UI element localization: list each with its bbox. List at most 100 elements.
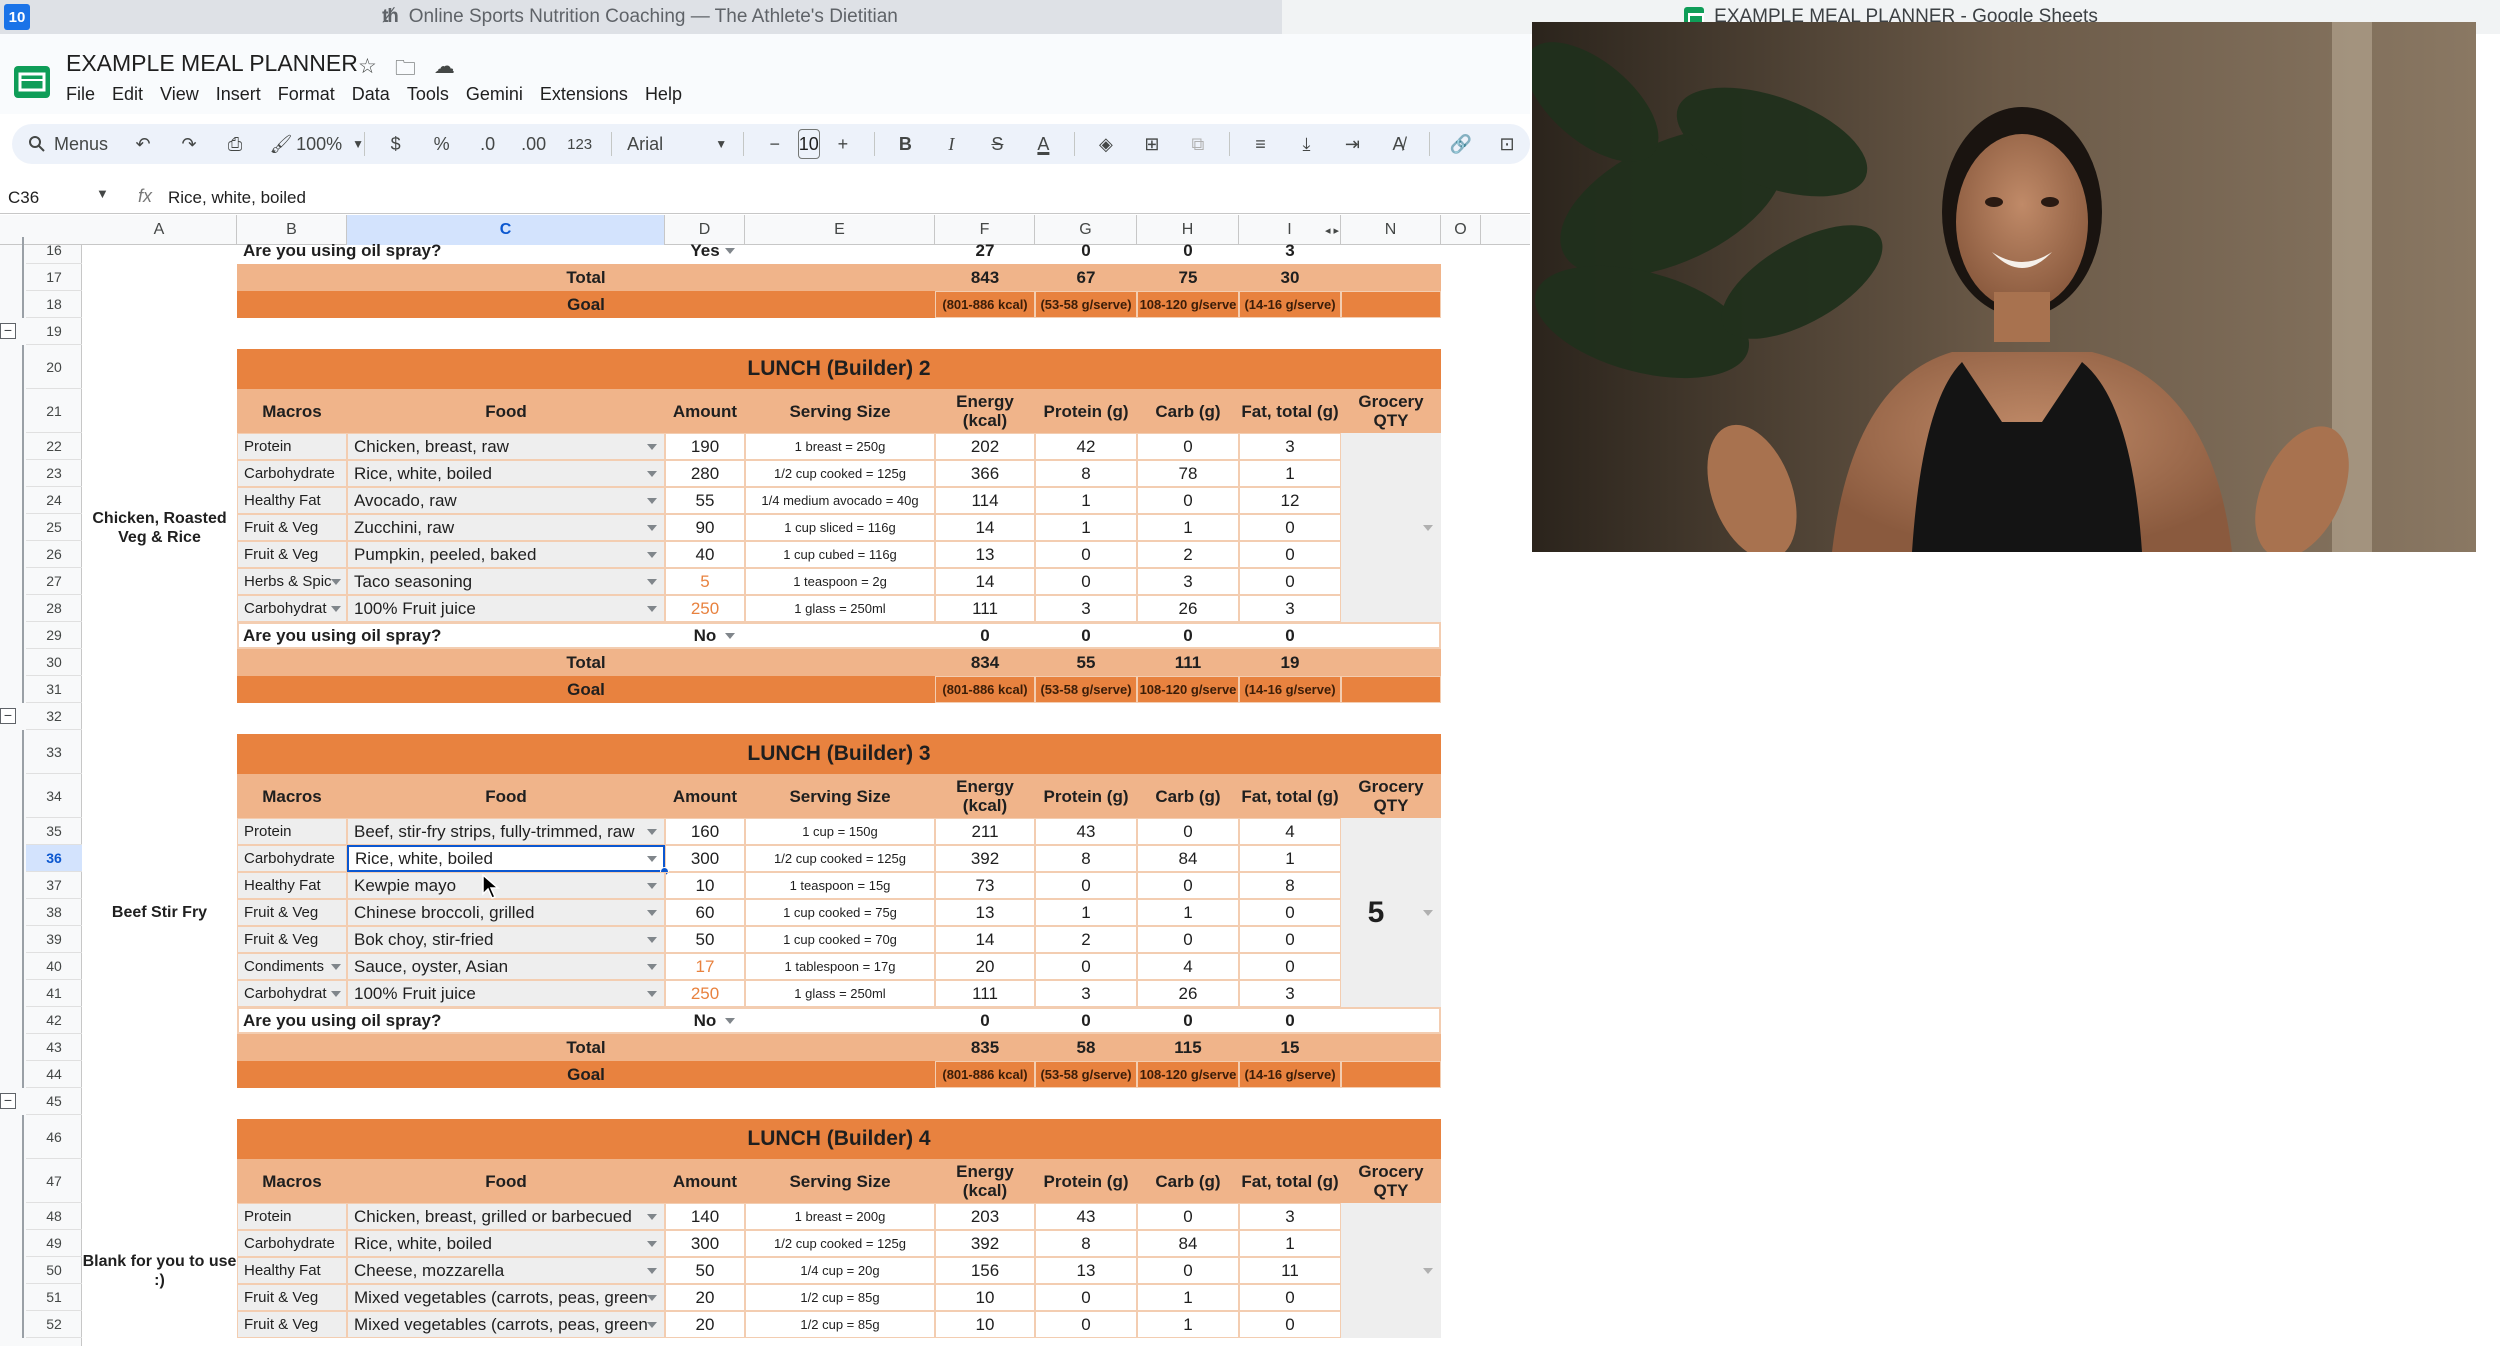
chevron-down-icon[interactable] (647, 579, 657, 585)
column-header-e[interactable]: E (745, 215, 935, 245)
document-title[interactable]: EXAMPLE MEAL PLANNER (66, 50, 358, 77)
grocery-qty-value[interactable]: 5 (1341, 818, 1411, 1007)
chevron-down-icon[interactable] (1423, 909, 1433, 916)
font-size-input[interactable]: 10 (797, 129, 820, 159)
row-header-48[interactable]: 48 (26, 1203, 82, 1230)
chevron-down-icon[interactable] (647, 883, 657, 889)
row-header-16[interactable]: 16 (26, 237, 82, 264)
macro-cell[interactable]: Fruit & Veg (237, 514, 347, 541)
row-header-20[interactable]: 20 (26, 345, 82, 389)
macro-cell[interactable]: Carbohydrate (237, 845, 347, 872)
row-header-25[interactable]: 25 (26, 514, 82, 541)
undo-icon[interactable]: ↶ (128, 128, 158, 160)
menu-extensions[interactable]: Extensions (540, 82, 641, 107)
row-header-32[interactable]: 32 (26, 703, 82, 730)
chevron-down-icon[interactable] (647, 829, 657, 835)
menu-file[interactable]: File (66, 82, 108, 107)
row-header-19[interactable]: 19 (26, 318, 82, 345)
menu-edit[interactable]: Edit (112, 82, 156, 107)
macro-cell[interactable]: Carbohydrate (237, 1230, 347, 1257)
chevron-down-icon[interactable] (725, 248, 735, 254)
food-cell[interactable]: Rice, white, boiled (347, 1230, 665, 1257)
amount-cell[interactable]: 20 (665, 1284, 745, 1311)
macro-cell[interactable]: Carbohydrate (237, 460, 347, 487)
row-header-37[interactable]: 37 (26, 872, 82, 899)
video-overlay[interactable] (1532, 22, 2476, 552)
row-header-29[interactable]: 29 (26, 622, 82, 649)
chevron-down-icon[interactable] (725, 633, 735, 639)
row-header-52[interactable]: 52 (26, 1311, 82, 1338)
row-header-33[interactable]: 33 (26, 730, 82, 774)
macro-cell[interactable]: Healthy Fat (237, 872, 347, 899)
text-color-button[interactable]: A (1028, 128, 1058, 160)
italic-button[interactable]: I (936, 128, 966, 160)
menu-format[interactable]: Format (278, 82, 348, 107)
row-header-34[interactable]: 34 (26, 774, 82, 818)
macro-cell[interactable]: Fruit & Veg (237, 899, 347, 926)
row-header-17[interactable]: 17 (26, 264, 82, 291)
chevron-down-icon[interactable] (647, 991, 657, 997)
menus-search[interactable]: Menus (28, 134, 108, 155)
food-cell[interactable]: Chinese broccoli, grilled (347, 899, 665, 926)
amount-cell[interactable]: 300 (665, 1230, 745, 1257)
collapse-group-icon[interactable]: − (0, 708, 16, 724)
zoom-select[interactable]: 100% ▼ (296, 128, 364, 160)
amount-cell[interactable]: 190 (665, 433, 745, 460)
row-header-49[interactable]: 49 (26, 1230, 82, 1257)
row-header-21[interactable]: 21 (26, 389, 82, 433)
paint-format-icon[interactable]: 🖌 (266, 128, 296, 160)
food-cell[interactable]: Taco seasoning (347, 568, 665, 595)
macro-cell[interactable]: Fruit & Veg (237, 1284, 347, 1311)
row-header-46[interactable]: 46 (26, 1115, 82, 1159)
spreadsheet-grid[interactable]: A B C D E F G H I N O ◂ ▸ 16 17 18 19 20 21 22 23 24 25 26 27 2… (0, 215, 1530, 1346)
chevron-down-icon[interactable] (1423, 1267, 1433, 1274)
macro-cell[interactable]: Protein (237, 433, 347, 460)
amount-cell[interactable]: 250 (665, 595, 745, 622)
grocery-qty-value[interactable] (1341, 1203, 1411, 1338)
row-header-41[interactable]: 41 (26, 980, 82, 1007)
chevron-down-icon[interactable] (331, 964, 341, 970)
percent-format-button[interactable]: % (427, 128, 457, 160)
row-header-47[interactable]: 47 (26, 1159, 82, 1203)
menu-insert[interactable]: Insert (216, 82, 274, 107)
amount-cell[interactable]: 20 (665, 1311, 745, 1338)
number-format-button[interactable]: 123 (565, 128, 595, 160)
chevron-down-icon[interactable] (331, 606, 341, 612)
food-cell[interactable]: Sauce, oyster, Asian (347, 953, 665, 980)
amount-cell[interactable]: 60 (665, 899, 745, 926)
amount-cell[interactable]: 300 (665, 845, 745, 872)
chevron-down-icon[interactable] (647, 1295, 657, 1301)
amount-cell[interactable]: 140 (665, 1203, 745, 1230)
redo-icon[interactable]: ↷ (174, 128, 204, 160)
amount-cell[interactable]: 50 (665, 1257, 745, 1284)
row-header-35[interactable]: 35 (26, 818, 82, 845)
row-header-50[interactable]: 50 (26, 1257, 82, 1284)
food-cell[interactable]: 100% Fruit juice (347, 980, 665, 1007)
row-header-23[interactable]: 23 (26, 460, 82, 487)
collapse-group-icon[interactable]: − (0, 1093, 16, 1109)
macro-cell[interactable]: Fruit & Veg (237, 1311, 347, 1338)
amount-cell[interactable]: 40 (665, 541, 745, 568)
amount-cell[interactable]: 280 (665, 460, 745, 487)
borders-icon[interactable]: ⊞ (1137, 128, 1167, 160)
menu-tools[interactable]: Tools (407, 82, 462, 107)
chevron-down-icon[interactable] (647, 856, 657, 862)
menu-view[interactable]: View (160, 82, 212, 107)
chevron-down-icon[interactable] (647, 1268, 657, 1274)
amount-cell[interactable]: 90 (665, 514, 745, 541)
row-header-26[interactable]: 26 (26, 541, 82, 568)
amount-cell[interactable]: 5 (665, 568, 745, 595)
macro-cell[interactable]: Healthy Fat (237, 487, 347, 514)
food-cell[interactable]: Mixed vegetables (carrots, peas, green (347, 1284, 665, 1311)
chevron-down-icon[interactable] (725, 1018, 735, 1024)
row-header-22[interactable]: 22 (26, 433, 82, 460)
row-header-24[interactable]: 24 (26, 487, 82, 514)
row-header-28[interactable]: 28 (26, 595, 82, 622)
print-icon[interactable]: ⎙ (220, 128, 250, 160)
food-cell[interactable]: Rice, white, boiled (347, 845, 665, 872)
column-header-a[interactable]: A (82, 215, 237, 245)
row-header-45[interactable]: 45 (26, 1088, 82, 1115)
row-header-51[interactable]: 51 (26, 1284, 82, 1311)
menu-gemini[interactable]: Gemini (466, 82, 536, 107)
sheets-logo-icon[interactable] (12, 64, 52, 100)
